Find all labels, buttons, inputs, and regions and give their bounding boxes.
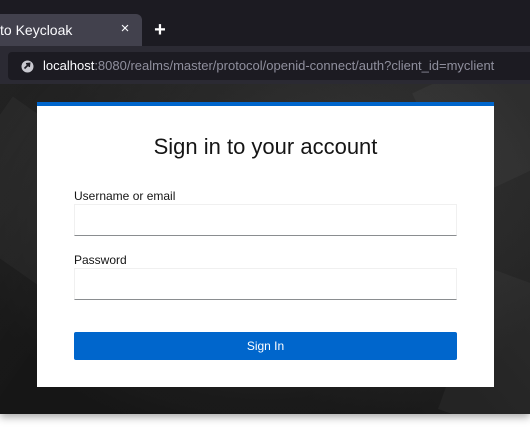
page-viewport: Sign in to your account Username or emai…: [0, 84, 530, 414]
password-input[interactable]: [74, 268, 457, 300]
url-path: :8080/realms/master/protocol/openid-conn…: [94, 58, 495, 73]
login-title: Sign in to your account: [153, 134, 378, 159]
site-info-icon[interactable]: [21, 60, 34, 73]
address-bar[interactable]: localhost:8080/realms/master/protocol/op…: [8, 52, 530, 80]
browser-tab[interactable]: to Keycloak ×: [0, 14, 142, 46]
url-host: localhost: [43, 58, 95, 73]
username-label: Username or email: [74, 189, 176, 203]
close-tab-icon[interactable]: ×: [114, 18, 136, 40]
username-input[interactable]: [74, 204, 457, 236]
password-label: Password: [74, 253, 127, 267]
tab-strip: to Keycloak × +: [0, 0, 530, 46]
browser-window: to Keycloak × + localhost:8080/realms/ma…: [0, 0, 530, 414]
sign-in-button[interactable]: Sign In: [74, 332, 457, 360]
new-tab-button[interactable]: +: [148, 16, 172, 44]
navigation-bar: localhost:8080/realms/master/protocol/op…: [0, 46, 530, 84]
tab-title: to Keycloak: [0, 22, 73, 38]
login-card: Sign in to your account Username or emai…: [37, 102, 494, 387]
url-text: localhost:8080/realms/master/protocol/op…: [43, 58, 494, 73]
